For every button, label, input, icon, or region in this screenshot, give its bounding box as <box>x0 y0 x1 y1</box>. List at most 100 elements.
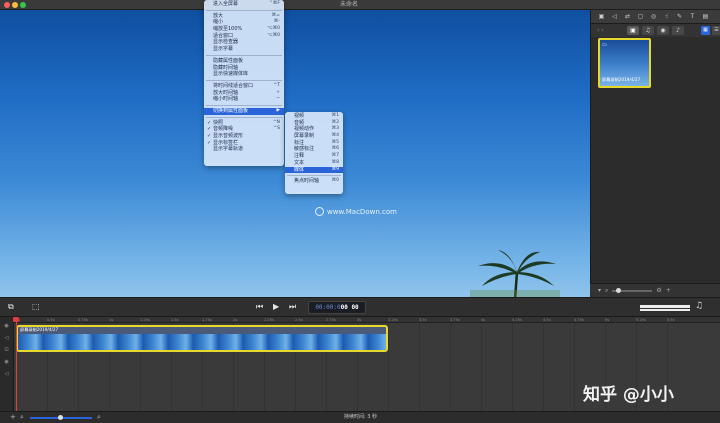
video-motion-icon[interactable]: ⇄ <box>623 13 632 20</box>
playhead[interactable] <box>16 317 17 411</box>
menu-item[interactable]: 显示字幕 <box>204 46 284 53</box>
track-visibility-icon-2[interactable]: ◉ <box>0 359 13 365</box>
menu-item[interactable]: 显示字幕轨道 <box>204 146 284 153</box>
crop-icon[interactable]: ⧉ <box>8 302 14 312</box>
menu-item[interactable]: 显示快速媒体库 <box>204 71 284 78</box>
track-audio-icon-2[interactable]: ◁ <box>0 371 13 377</box>
video-properties-icon[interactable]: ▣ <box>597 13 606 20</box>
palm-tree-image <box>470 250 560 297</box>
menu-item-label: 缩小时间轴 <box>213 96 239 103</box>
menu-item[interactable]: 缩小时间轴 − <box>204 96 284 103</box>
tab-audio[interactable]: ♪ <box>672 26 684 35</box>
menu-item-label: 显示音频波形 <box>213 133 244 139</box>
search-icon[interactable]: ⌕ <box>605 287 608 295</box>
menu-item[interactable]: 将时间线适合窗口 ^T <box>204 83 284 90</box>
nav-arrows-icon[interactable]: ‹ › <box>597 27 627 34</box>
view-menu: 进入全屏幕 ⌃⌘F 放大 ⌘= 缩小 ⌘- 缩放至100% ⌥⌘0 适合窗口 ⌥⌘0 显示检查器 显示… <box>204 0 284 166</box>
library-footer: ▾ ⌕ ⚙ + <box>590 283 720 297</box>
menu-item[interactable]: 缩放至100% ⌥⌘0 <box>204 26 284 33</box>
thumb-size-slider[interactable] <box>612 287 653 293</box>
timeline-ruler[interactable]: 0s0.5s0.75s1s1.25s1.5s1.75s2s2.25s2.5s2.… <box>14 317 720 323</box>
gear-icon[interactable]: ⚙ <box>656 287 661 294</box>
menu-separator <box>206 53 282 56</box>
filter-icon[interactable]: ▾ <box>598 287 601 294</box>
menu-item[interactable]: 注释 ⌘7 <box>285 153 343 160</box>
ruler-tick-label: 1.75s <box>202 318 212 322</box>
menu-item[interactable]: ✓ 音频降噪 ^S <box>204 126 284 133</box>
timecode-frames: 00 00 <box>340 304 359 311</box>
menu-item-shortcut: + <box>276 89 280 95</box>
library-tabs: ‹ › ▣ ♫ ◉ ♪ ▦ ☰ <box>591 24 720 37</box>
list-view-button[interactable]: ☰ <box>712 26 720 35</box>
menu-item-label: 切换到属性面板 <box>213 107 249 114</box>
timeline-gridline <box>388 323 389 411</box>
ruler-tick-label: 1.5s <box>171 318 179 322</box>
audio-properties-icon[interactable]: ◁ <box>610 13 619 20</box>
window-title: 未命名 <box>340 1 359 8</box>
menu-separator <box>287 173 341 177</box>
close-window-button[interactable] <box>4 2 10 8</box>
screen-record-icon[interactable]: ▢ <box>636 13 645 20</box>
menu-item[interactable]: 媒体 ⌘9 <box>285 166 343 174</box>
menu-item-label: 标注 <box>294 139 305 146</box>
text-icon[interactable]: T <box>688 13 697 20</box>
ruler-tick-label: 3.25s <box>388 318 398 322</box>
touch-callout-icon[interactable]: ☝ <box>662 13 671 20</box>
zoom-out-icon[interactable]: ⌕ <box>20 413 24 422</box>
menu-item[interactable]: 屏幕录制 ⌘4 <box>285 133 343 140</box>
menu-item[interactable]: 切换到属性面板 ▶ <box>204 107 284 115</box>
menu-item-label: 焦点时间轴 <box>294 178 320 185</box>
fast-forward-button[interactable]: ⏭ <box>289 302 296 312</box>
timeline-gridline <box>574 323 575 411</box>
zoom-in-icon[interactable]: ⌕ <box>97 413 101 422</box>
media-library-icon[interactable]: ▤ <box>701 13 710 20</box>
zoom-slider-knob[interactable] <box>58 415 63 420</box>
tab-photos[interactable]: ◉ <box>657 26 669 35</box>
ruler-tick-label: 1.25s <box>140 318 150 322</box>
checkmark-icon: ✓ <box>207 139 212 146</box>
menu-item-shortcut: ⌘1 <box>331 113 339 118</box>
track-audio-icon[interactable]: ◁ <box>0 335 13 341</box>
transport-bar: ⧉ ⬚ ⏮ ▶ ⏭ 00:00:000 00 ♫ <box>0 297 720 317</box>
headphones-icon[interactable]: ♫ <box>695 301 703 311</box>
menu-item[interactable]: ✓ 显示音频波形 <box>204 133 284 140</box>
callout-icon[interactable]: ◎ <box>649 13 658 20</box>
ruler-tick-label: 4.5s <box>543 318 551 322</box>
menu-item[interactable]: 视频 ⌘1 <box>285 113 343 120</box>
checkmark-icon: ✓ <box>207 126 212 133</box>
menu-item-shortcut: ⌥⌘0 <box>267 26 280 32</box>
watermark-text: www.MacDown.com <box>327 207 397 216</box>
tab-recent[interactable]: ▣ <box>627 26 639 35</box>
menu-item-shortcut: ⌘0 <box>331 178 339 184</box>
checkmark-icon: ✓ <box>207 119 212 126</box>
track-lock-icon[interactable]: ⊡ <box>0 347 13 353</box>
track-visibility-icon[interactable]: ◉ <box>0 323 13 329</box>
menu-item[interactable]: 进入全屏幕 ⌃⌘F <box>204 1 284 8</box>
timecode-dim: 00:00:0 <box>315 304 341 311</box>
ruler-tick-label: 4.25s <box>512 318 522 322</box>
video-clip[interactable]: 屏幕录制2019/4/27 <box>16 325 388 352</box>
selection-icon[interactable]: ⬚ <box>32 302 40 311</box>
tab-music[interactable]: ♫ <box>642 26 654 35</box>
menu-item[interactable]: 隐藏属性面板 <box>204 58 284 65</box>
zoom-window-button[interactable] <box>20 2 26 8</box>
ruler-tick-label: 0.75s <box>78 318 88 322</box>
menu-item[interactable]: 文本 ⌘8 <box>285 160 343 167</box>
ruler-tick-label: 5.5s <box>667 318 675 322</box>
menu-item-label: 显示快速媒体库 <box>213 71 249 78</box>
menu-item-shortcut: ⌘4 <box>331 133 339 139</box>
inspector-toolbar: ▣ ◁ ⇄ ▢ ◎ ☝ ✎ T ▤ <box>591 10 720 24</box>
menu-item-label: 视频 <box>294 113 305 119</box>
annotation-icon[interactable]: ✎ <box>675 13 684 20</box>
menu-item[interactable]: 焦点时间轴 ⌘0 <box>285 178 343 185</box>
minimize-window-button[interactable] <box>12 2 18 8</box>
grid-view-button[interactable]: ▦ <box>701 26 710 35</box>
media-thumbnail[interactable]: ▭ 屏幕录制2019/4/27 <box>598 38 651 88</box>
play-button[interactable]: ▶ <box>273 302 279 311</box>
rewind-button[interactable]: ⏮ <box>256 302 263 312</box>
macdown-logo-icon <box>315 207 324 216</box>
add-media-icon[interactable]: + <box>666 287 671 294</box>
add-track-icon[interactable]: + <box>10 413 16 421</box>
menu-item-label: 媒体 <box>294 166 305 173</box>
menu-item-label: 音频 <box>294 119 305 126</box>
